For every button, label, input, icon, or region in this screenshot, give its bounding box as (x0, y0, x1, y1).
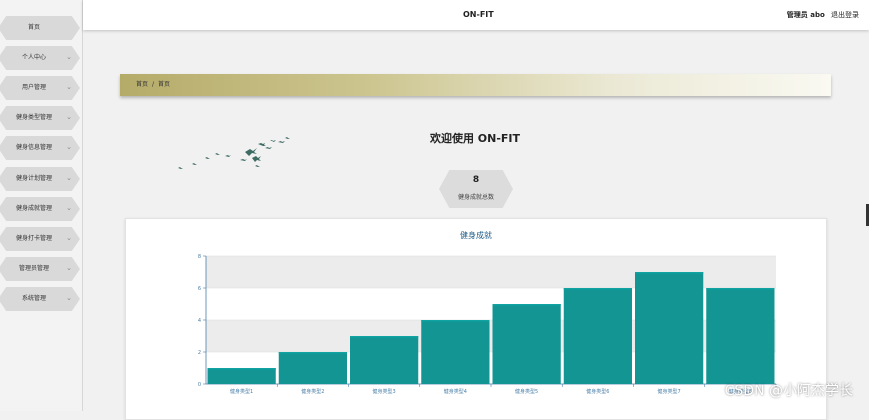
sidebar-item-label: 健身信息管理 (15, 144, 52, 151)
chevron-down-icon: ⌄ (66, 53, 72, 61)
y-tick-label: 6 (198, 286, 201, 292)
sidebar-item-label: 系统管理 (21, 295, 46, 302)
chevron-down-icon: ⌄ (66, 234, 72, 242)
sidebar-item-users[interactable]: 用户管理 ⌄ (0, 76, 82, 100)
x-tick-label: 健身类型2 (301, 388, 324, 395)
x-tick-label: 健身类型6 (586, 388, 609, 395)
breadcrumb-home[interactable]: 首页 (136, 81, 148, 88)
sidebar-item-label: 健身成就管理 (15, 205, 52, 212)
x-tick-label: 健身类型7 (658, 388, 681, 395)
sidebar-item-label: 个人中心 (21, 54, 46, 61)
bar (563, 288, 632, 384)
bar-top-edge (706, 288, 775, 290)
achievement-total-value: 8 (472, 175, 480, 185)
breadcrumb: 首页 / 首页 (120, 74, 831, 96)
top-bar: ON-FIT 管理员 abo 退出登录 (83, 0, 869, 30)
sidebar-item-label: 健身计划管理 (15, 175, 52, 182)
sidebar-item-system[interactable]: 系统管理 ⌄ (0, 287, 82, 311)
chevron-down-icon: ⌄ (66, 113, 72, 121)
achievement-total-card: 8 健身成就总数 (439, 170, 513, 208)
x-tick-label: 健身类型1 (230, 388, 253, 395)
bar (207, 368, 276, 384)
chart-card: 健身成就 0 2 4 6 8 健身类型1 健身类型2 健身类型3 健身类型4 健身类型5 健身类型6… (125, 218, 827, 420)
x-tick-label: 健身类型4 (444, 388, 467, 395)
bar-top-edge (492, 304, 561, 306)
bar (492, 304, 561, 384)
bar-top-edge (278, 352, 347, 354)
sidebar-item-fitness-info[interactable]: 健身信息管理 ⌄ (0, 136, 82, 160)
bar (635, 272, 704, 384)
y-tick-label: 4 (198, 318, 201, 324)
y-tick-label: 8 (198, 254, 201, 260)
sidebar-item-achievements[interactable]: 健身成就管理 ⌄ (0, 197, 82, 221)
y-tick-label: 2 (198, 350, 201, 356)
breadcrumb-current: 首页 (158, 81, 171, 88)
bar (421, 320, 490, 384)
sidebar-item-label: 健身打卡管理 (15, 235, 52, 242)
current-user: 管理员 abo (786, 11, 825, 19)
app-title: ON-FIT (463, 10, 494, 19)
breadcrumb-separator: / (152, 81, 155, 88)
chevron-down-icon: ⌄ (66, 174, 72, 182)
achievement-total-label: 健身成就总数 (457, 194, 494, 201)
chevron-down-icon: ⌄ (66, 264, 72, 272)
chevron-down-icon: ⌄ (66, 83, 72, 91)
chevron-down-icon: ⌄ (66, 294, 72, 302)
bar-top-edge (207, 368, 276, 370)
y-tick-label: 0 (198, 382, 201, 388)
sidebar-item-fitness-plans[interactable]: 健身计划管理 ⌄ (0, 167, 82, 191)
chevron-down-icon: ⌄ (66, 143, 72, 151)
sidebar-item-personal-center[interactable]: 个人中心 ⌄ (0, 46, 82, 70)
bar-top-edge (350, 336, 419, 338)
bar (278, 352, 347, 384)
user-area: 管理员 abo 退出登录 (787, 0, 859, 30)
x-tick-label: 健身类型5 (515, 388, 538, 395)
sidebar-item-admins[interactable]: 管理员管理 ⌄ (0, 257, 82, 281)
bar-top-edge (635, 272, 704, 274)
welcome-heading: 欢迎使用 ON-FIT (429, 132, 521, 145)
bar-top-edge (563, 288, 632, 290)
sidebar-item-fitness-types[interactable]: 健身类型管理 ⌄ (0, 106, 82, 130)
bar (350, 336, 419, 384)
sidebar: 首页 个人中心 ⌄ 用户管理 ⌄ 健身类型管理 ⌄ 健身信息管理 ⌄ 健身计划管… (0, 0, 83, 411)
achievement-bar-chart: 0 2 4 6 8 健身类型1 健身类型2 健身类型3 健身类型4 健身类型5 健身类型6 健身类型7… (198, 254, 777, 395)
logout-link[interactable]: 退出登录 (831, 11, 859, 19)
sidebar-item-label: 健身类型管理 (15, 114, 52, 121)
bar-top-edge (421, 320, 490, 322)
bar (706, 288, 775, 384)
chevron-down-icon: ⌄ (66, 204, 72, 212)
sidebar-item-home[interactable]: 首页 (0, 16, 82, 40)
sidebar-item-label: 首页 (27, 24, 40, 31)
x-tick-label: 健身类型3 (373, 388, 396, 395)
sidebar-item-label: 用户管理 (21, 84, 46, 91)
sidebar-item-checkins[interactable]: 健身打卡管理 ⌄ (0, 227, 82, 251)
sidebar-item-label: 管理员管理 (18, 265, 49, 272)
birds-illustration (178, 137, 290, 169)
watermark-text: CSDN @小阿杰学长 (724, 383, 853, 399)
